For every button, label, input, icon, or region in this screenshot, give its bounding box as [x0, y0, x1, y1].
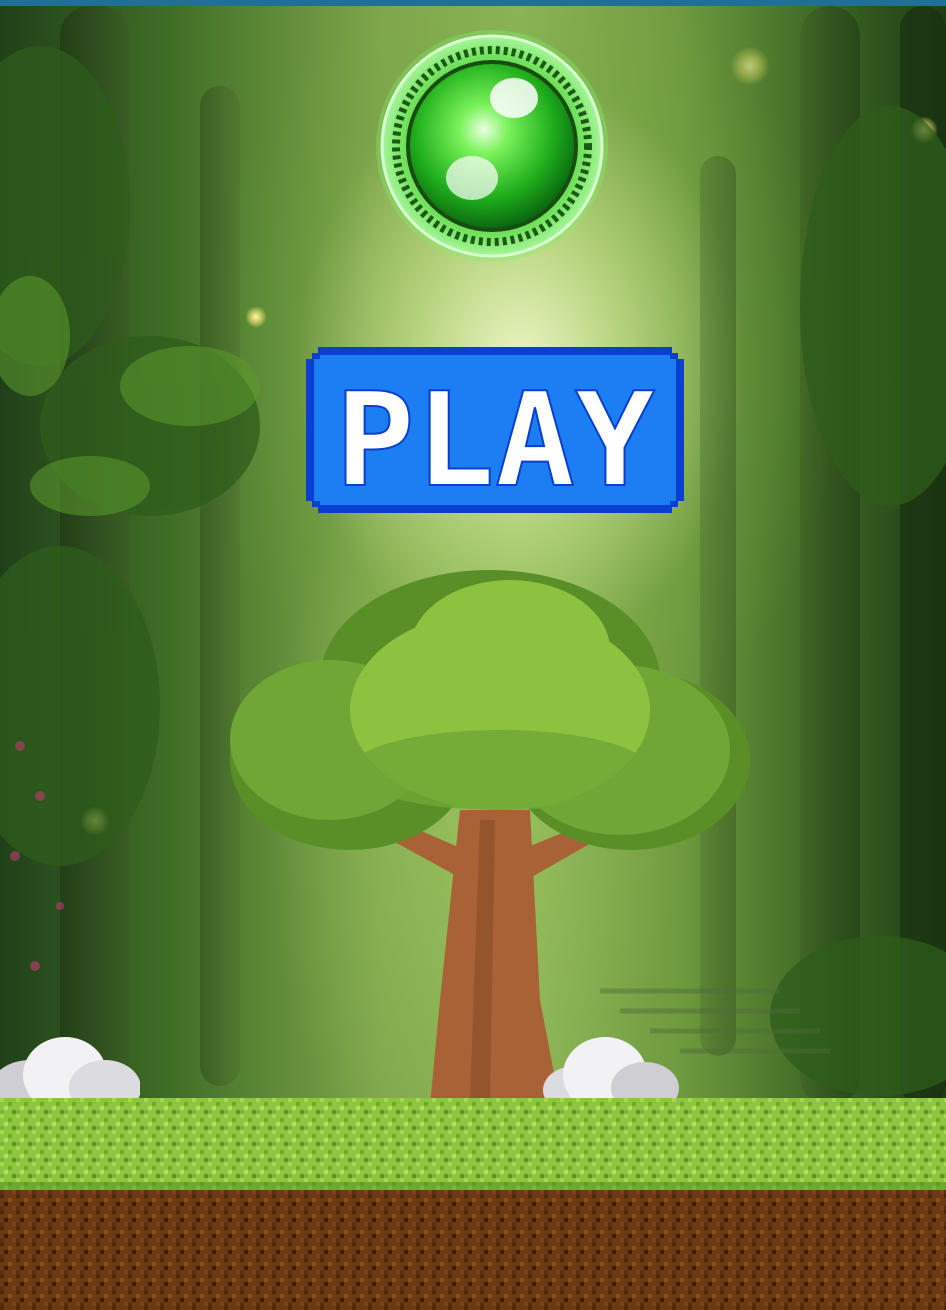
rock-left-icon — [0, 1037, 140, 1105]
play-button-label: PLAY — [335, 364, 655, 513]
play-button[interactable]: PLAY — [306, 347, 684, 513]
rock-right-icon — [543, 1037, 679, 1105]
pixel-ground — [0, 1098, 946, 1310]
game-start-screen: PLAY — [0, 0, 946, 1310]
green-magic-orb-icon — [374, 28, 610, 264]
